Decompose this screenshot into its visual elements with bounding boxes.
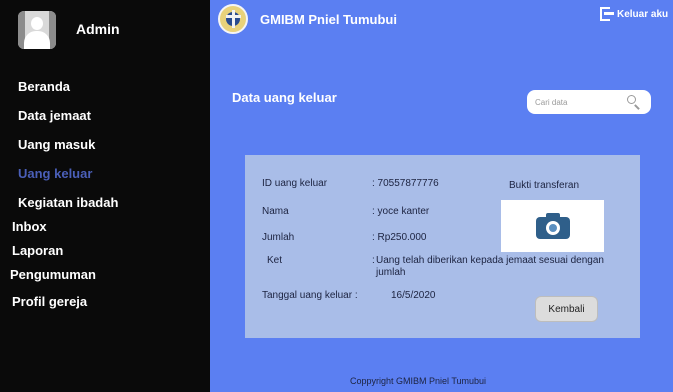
sidebar-item-data-jemaat[interactable]: Data jemaat <box>18 108 91 123</box>
ket-value: Uang telah diberikan kepada jemaat sesua… <box>376 255 604 278</box>
admin-label: Admin <box>76 21 120 37</box>
jumlah-label: Jumlah <box>262 232 295 243</box>
search-box <box>527 90 651 114</box>
camera-icon <box>536 213 570 239</box>
ket-label: Ket <box>267 255 283 266</box>
page-title: Data uang keluar <box>232 90 337 105</box>
nama-value: : yoce kanter <box>372 206 430 217</box>
jumlah-value: : Rp250.000 <box>372 232 427 243</box>
detail-card: ID uang keluar : 70557877776 Nama : yoce… <box>245 155 640 338</box>
logout-button[interactable]: Keluar aku <box>600 6 668 22</box>
top-header: GMIBM Pniel Tumubui Keluar aku <box>210 0 673 40</box>
sidebar-item-laporan[interactable]: Laporan <box>12 243 63 258</box>
nama-label: Nama <box>262 206 289 217</box>
tanggal-label: Tanggal uang keluar : <box>262 290 358 301</box>
sidebar-item-beranda[interactable]: Beranda <box>18 79 70 94</box>
sidebar-item-inbox[interactable]: Inbox <box>12 219 47 234</box>
footer-copyright: Coppyright GMIBM Pniel Tumubui <box>350 376 487 386</box>
id-value: : 70557877776 <box>372 178 439 189</box>
tanggal-value: 16/5/2020 <box>391 290 436 301</box>
sidebar: Admin Beranda Data jemaat Uang masuk Uan… <box>0 0 210 392</box>
transfer-proof-image[interactable] <box>501 200 604 252</box>
id-label: ID uang keluar <box>262 178 328 189</box>
main-content: Data uang keluar ID uang keluar : 705578… <box>210 40 673 392</box>
back-button[interactable]: Kembali <box>535 296 598 322</box>
church-logo-icon <box>218 4 248 34</box>
avatar <box>18 11 56 49</box>
logout-icon <box>600 7 614 21</box>
app-title: GMIBM Pniel Tumubui <box>260 12 397 27</box>
admin-profile[interactable]: Admin <box>0 8 210 52</box>
search-icon[interactable] <box>627 95 641 110</box>
sidebar-item-kegiatan-ibadah[interactable]: Kegiatan ibadah <box>18 195 118 210</box>
sidebar-item-uang-keluar[interactable]: Uang keluar <box>18 166 92 181</box>
search-input[interactable] <box>535 94 625 110</box>
ket-colon: : <box>372 255 375 266</box>
bukti-label: Bukti transferan <box>509 180 580 191</box>
sidebar-item-uang-masuk[interactable]: Uang masuk <box>18 137 95 152</box>
sidebar-item-pengumuman[interactable]: Pengumuman <box>10 267 96 282</box>
sidebar-item-profil-gereja[interactable]: Profil gereja <box>12 294 87 309</box>
logout-label: Keluar aku <box>617 8 669 20</box>
